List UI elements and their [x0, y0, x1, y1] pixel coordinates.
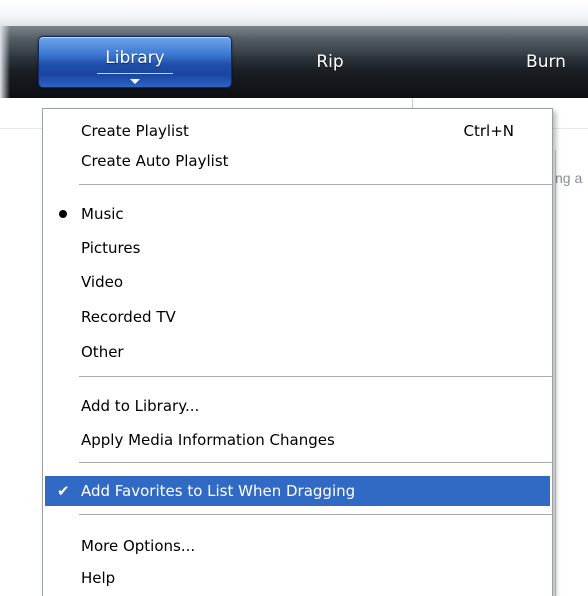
menu-item-help[interactable]: Help	[43, 563, 552, 593]
menu-item-label: Other	[81, 343, 124, 361]
menu-item-add-to-library[interactable]: Add to Library...	[43, 391, 552, 421]
selected-bullet-icon	[59, 210, 67, 218]
window-top-edge	[0, 0, 588, 26]
menu-item-label: Help	[81, 569, 116, 587]
background-pane	[555, 150, 588, 596]
menu-item-label: Recorded TV	[81, 308, 176, 326]
menu-item-label: Pictures	[81, 239, 141, 257]
menu-separator	[79, 514, 552, 516]
menu-item-create-playlist[interactable]: Create Playlist Ctrl+N	[43, 116, 552, 146]
menu-item-apply-media-information-changes[interactable]: Apply Media Information Changes	[43, 425, 552, 455]
menu-item-label: Music	[81, 205, 124, 223]
menu-separator	[79, 184, 552, 186]
menu-separator	[79, 462, 552, 464]
shortcut-label: Ctrl+N	[463, 122, 514, 140]
checkmark-icon: ✔	[57, 482, 70, 500]
menu-item-label: Create Auto Playlist	[81, 152, 229, 170]
menu-item-label: Add Favorites to List When Dragging	[81, 482, 356, 500]
menu-item-pictures[interactable]: Pictures	[43, 233, 552, 263]
chevron-down-icon[interactable]	[130, 79, 140, 84]
menu-item-label: More Options...	[81, 537, 196, 555]
menu-item-label: Add to Library...	[81, 397, 200, 415]
menu-item-label: Video	[81, 273, 124, 291]
tab-library[interactable]: Library	[38, 36, 232, 88]
menu-item-recorded-tv[interactable]: Recorded TV	[43, 302, 552, 332]
menu-item-create-auto-playlist[interactable]: Create Auto Playlist	[43, 146, 552, 176]
tab-burn-label: Burn	[526, 52, 566, 72]
menu-item-more-options[interactable]: More Options...	[43, 531, 552, 561]
menu-item-add-favorites-when-dragging[interactable]: ✔ Add Favorites to List When Dragging	[45, 476, 550, 506]
menu-item-label: Create Playlist	[81, 122, 189, 140]
library-dropdown-menu: Create Playlist Ctrl+N Create Auto Playl…	[42, 108, 553, 596]
toolbar-left-edge	[0, 26, 10, 98]
menu-item-video[interactable]: Video	[43, 267, 552, 297]
tab-library-underline	[97, 73, 173, 74]
tab-library-label: Library	[105, 48, 165, 68]
tab-rip[interactable]: Rip	[290, 36, 370, 88]
menu-item-label: Apply Media Information Changes	[81, 431, 335, 449]
menu-separator	[79, 376, 552, 378]
tab-rip-label: Rip	[316, 52, 344, 72]
background-partial-text: ng a	[555, 170, 583, 186]
tab-burn[interactable]: Burn	[506, 36, 586, 88]
menu-item-other[interactable]: Other	[43, 337, 552, 367]
menu-item-music[interactable]: Music	[43, 199, 552, 229]
